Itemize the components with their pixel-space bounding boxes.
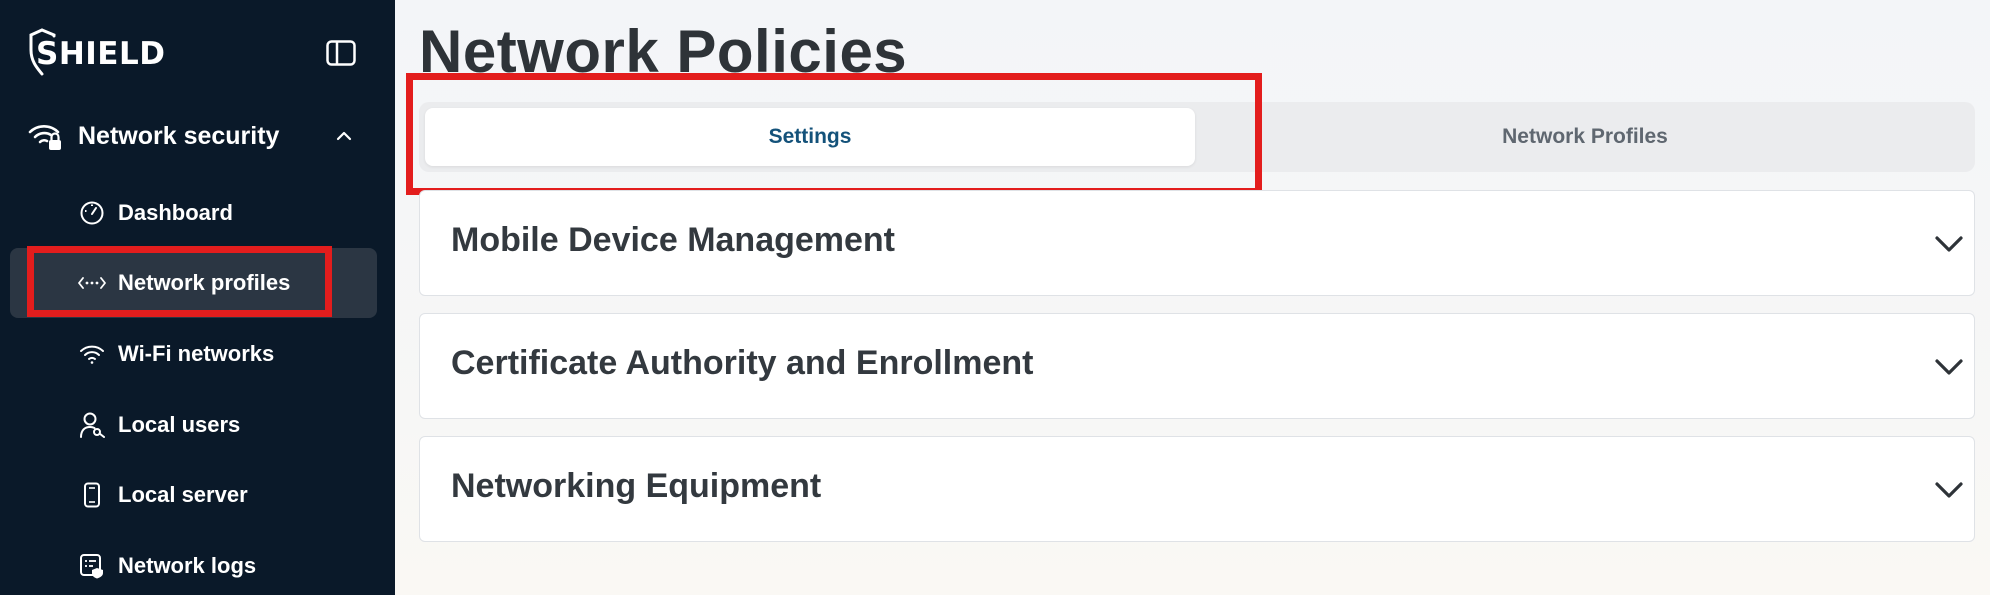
accordion-networking-equipment[interactable]: Networking Equipment [419,436,1975,542]
tab-network-profiles[interactable]: Network Profiles [1201,108,1969,166]
chevron-down-icon [1935,359,1963,375]
sidebar-item-dashboard[interactable]: Dashboard [10,178,377,248]
wifi-icon [78,340,106,368]
phone-icon [78,481,106,509]
accordion-certificate-authority[interactable]: Certificate Authority and Enrollment [419,313,1975,419]
accordion-mobile-device-management[interactable]: Mobile Device Management [419,190,1975,296]
log-icon [78,552,106,580]
sidebar-item-label: Wi-Fi networks [118,341,275,366]
user-key-icon [78,411,106,439]
sidebar-toggle-icon [326,40,356,66]
accordion-title: Networking Equipment [451,467,822,505]
sidebar-item-local-users[interactable]: Local users [10,390,377,460]
sidebar-item-wifi-networks[interactable]: Wi-Fi networks [10,319,377,389]
main-content: Network Policies Settings Network Profil… [395,0,1990,595]
sidebar-item-network-profiles[interactable]: Network profiles [10,248,377,318]
sidebar-item-label: Local users [118,412,241,437]
sidebar-section-network-security[interactable]: Network security [28,114,368,158]
page-title: Network Policies [419,18,908,85]
sidebar-item-local-server[interactable]: Local server [10,460,377,530]
gauge-icon [78,199,106,227]
wifi-lock-icon [28,125,61,150]
sidebar-item-label: Network logs [118,553,257,578]
sidebar-section-label: Network security [78,121,280,150]
brand-name: SHIELD [36,36,166,72]
sidebar-item-label: Dashboard [118,200,233,225]
sidebar-item-label: Network profiles [118,270,291,295]
tab-settings[interactable]: Settings [425,108,1195,166]
accordion-title: Certificate Authority and Enrollment [451,344,1034,382]
code-dots-icon [78,269,106,297]
sidebar-item-label: Local server [118,482,248,507]
chevron-up-icon [336,131,352,141]
tab-bar: Settings Network Profiles [419,102,1975,172]
accordion-title: Mobile Device Management [451,221,896,259]
sidebar-item-network-logs[interactable]: Network logs [10,531,377,595]
chevron-down-icon [1935,482,1963,498]
brand-logo[interactable]: SHIELD [28,28,165,76]
sidebar: SHIELD Network security Dashboard Networ… [0,0,395,595]
sidebar-toggle-button[interactable] [326,40,356,66]
chevron-down-icon [1935,236,1963,252]
